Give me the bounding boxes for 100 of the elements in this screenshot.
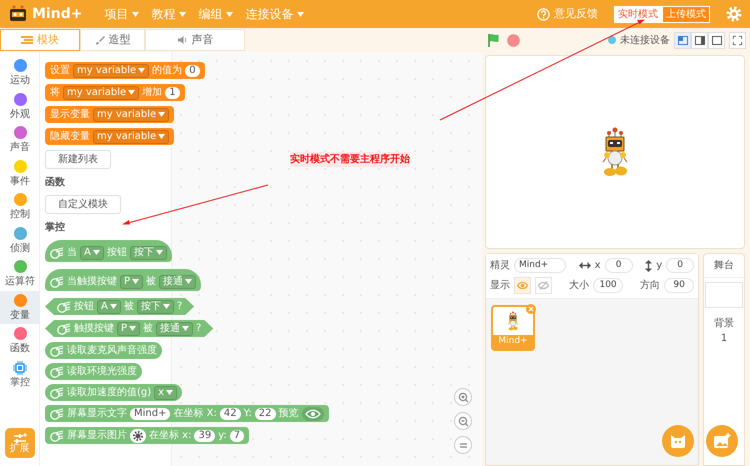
palette-button[interactable]: 自定义模块 (45, 195, 121, 214)
speaker-icon (176, 35, 188, 45)
hide-toggle[interactable] (535, 277, 552, 294)
feedback-link[interactable]: 意见反馈 (554, 6, 598, 22)
caret-icon (132, 12, 140, 16)
input-field[interactable]: 0 (185, 64, 200, 76)
settings-icon[interactable] (726, 6, 742, 22)
extension-button[interactable]: 扩展 (4, 428, 34, 458)
x-field[interactable]: 0 (604, 258, 633, 273)
boolean-block[interactable]: 触摸按键 P 被 接通 ? (45, 320, 214, 337)
dropdown-field[interactable]: P (120, 274, 144, 288)
zoom-in-button[interactable] (454, 388, 472, 406)
hat-block[interactable]: 当触摸按键 P 被 接通 (45, 269, 202, 291)
backdrop-count: 1 (720, 332, 728, 346)
category-item[interactable]: 事件 (0, 156, 40, 190)
dropdown-field[interactable]: 接通 (156, 322, 194, 336)
block-label: 读取麦克风声音强度 (67, 344, 157, 358)
input-field[interactable]: 42 (220, 408, 241, 420)
dropdown-field[interactable]: A (97, 300, 121, 314)
command-block[interactable]: 将 my variable 增加 1 (45, 84, 185, 101)
command-block[interactable]: 屏幕显示文字 Mind+ 在坐标 X: 42 Y: 22 预览 (45, 405, 329, 422)
sprite-name-field[interactable]: Mind+ (514, 258, 566, 273)
direction-field[interactable]: 90 (664, 278, 694, 293)
zoom-out-button[interactable] (454, 412, 472, 430)
wave-logo-icon (50, 366, 64, 378)
layout-button[interactable] (708, 32, 725, 48)
caret-icon (179, 12, 186, 16)
block-label: 按钮 (74, 300, 94, 314)
dropdown-field[interactable]: my variable (73, 64, 150, 78)
menu-button[interactable]: 编组 (192, 5, 240, 23)
block-label: 被 (143, 322, 154, 336)
dropdown-field[interactable]: my variable (93, 108, 170, 122)
input-field[interactable]: 1 (165, 86, 180, 98)
reporter-block[interactable]: 读取麦克风声音强度 (45, 342, 162, 359)
help-icon (537, 8, 550, 20)
eye-icon[interactable] (302, 406, 324, 420)
caret-icon (128, 90, 136, 95)
zoom-out-icon (458, 416, 468, 426)
tab[interactable]: 模块 (0, 29, 80, 51)
category-item[interactable]: 函数 (0, 324, 40, 358)
category-item[interactable]: 掌控 (0, 358, 40, 391)
dropdown-field[interactable]: 按下 (130, 246, 167, 260)
input-field[interactable]: Mind+ (130, 408, 170, 420)
hidden-eye-icon (538, 281, 549, 290)
backdrop-thumbnail[interactable] (705, 282, 744, 308)
command-block[interactable]: 隐藏变量 my variable (45, 128, 174, 145)
layout-button[interactable] (691, 32, 708, 48)
command-block[interactable]: 屏幕显示图片 在坐标 x: 39 y: 7 (45, 427, 250, 444)
show-toggle[interactable] (514, 277, 531, 294)
reporter-block[interactable]: 读取环境光强度 (45, 363, 142, 380)
category-item[interactable]: 控制 (0, 190, 40, 224)
palette-button[interactable]: 新建列表 (45, 150, 111, 169)
mode-toggle[interactable]: 上传模式 (662, 6, 710, 22)
dropdown-field[interactable]: 接通 (159, 274, 196, 288)
dropdown-field[interactable]: my variable (93, 130, 170, 144)
flag-icon[interactable] (487, 33, 500, 47)
gear-icon[interactable] (130, 428, 146, 442)
boolean-block[interactable]: 按钮 A 被 按下 ? (45, 298, 194, 315)
input-field[interactable]: 39 (194, 430, 216, 442)
command-block[interactable]: 设置 my variable 的值为 0 (45, 62, 205, 79)
wave-logo-icon (50, 344, 64, 356)
sprite-tile[interactable]: Mind+ (491, 305, 535, 350)
hat-block[interactable]: 当 A 按钮 按下 (45, 240, 172, 262)
field-label: x (594, 259, 601, 273)
command-block[interactable]: 显示变量 my variable (45, 106, 174, 123)
vertical-arrow-icon (645, 260, 652, 272)
dropdown-field[interactable]: A (80, 246, 104, 260)
y-field[interactable]: 0 (666, 258, 694, 273)
category-item[interactable]: 运算符 (0, 257, 40, 290)
menu-button[interactable]: 项目 (98, 5, 146, 23)
category-item[interactable]: 外观 (0, 90, 40, 123)
size-field[interactable]: 100 (593, 278, 624, 293)
field-label: y (656, 259, 662, 273)
category-item[interactable]: 变量 (0, 290, 40, 324)
stop-icon[interactable] (507, 34, 520, 46)
section-heading: 掌控 (45, 220, 66, 235)
delete-icon[interactable] (526, 304, 536, 314)
menu-button[interactable]: 教程 (145, 5, 192, 23)
robot-drawing (506, 311, 520, 331)
mode-toggle[interactable]: 实时模式 (614, 6, 662, 22)
dropdown-field[interactable]: my variable (63, 86, 140, 100)
zoom-reset-button[interactable] (454, 436, 472, 454)
input-field[interactable]: 22 (254, 408, 276, 420)
caret-icon (226, 12, 234, 16)
dropdown-field[interactable]: 按下 (136, 300, 174, 314)
tab[interactable]: 声音 (145, 29, 245, 51)
block-label: 在坐标 x: (149, 428, 192, 443)
category-item[interactable]: 运动 (0, 56, 40, 90)
reporter-block[interactable]: 读取加速度的值(g) x (45, 384, 182, 401)
input-field[interactable]: 7 (230, 430, 244, 442)
category-item[interactable]: 侦测 (0, 224, 40, 257)
dropdown-field[interactable]: P (117, 322, 140, 336)
wave-logo-icon (57, 322, 71, 334)
dropdown-field[interactable]: x (154, 386, 178, 400)
menu-button[interactable]: 连接设备 (239, 5, 310, 23)
wave-logo-icon (57, 300, 71, 312)
layout-button[interactable] (674, 32, 691, 48)
fullscreen-button[interactable] (729, 32, 746, 48)
category-item[interactable]: 声音 (0, 123, 40, 156)
tab[interactable]: 造型 (80, 29, 145, 51)
